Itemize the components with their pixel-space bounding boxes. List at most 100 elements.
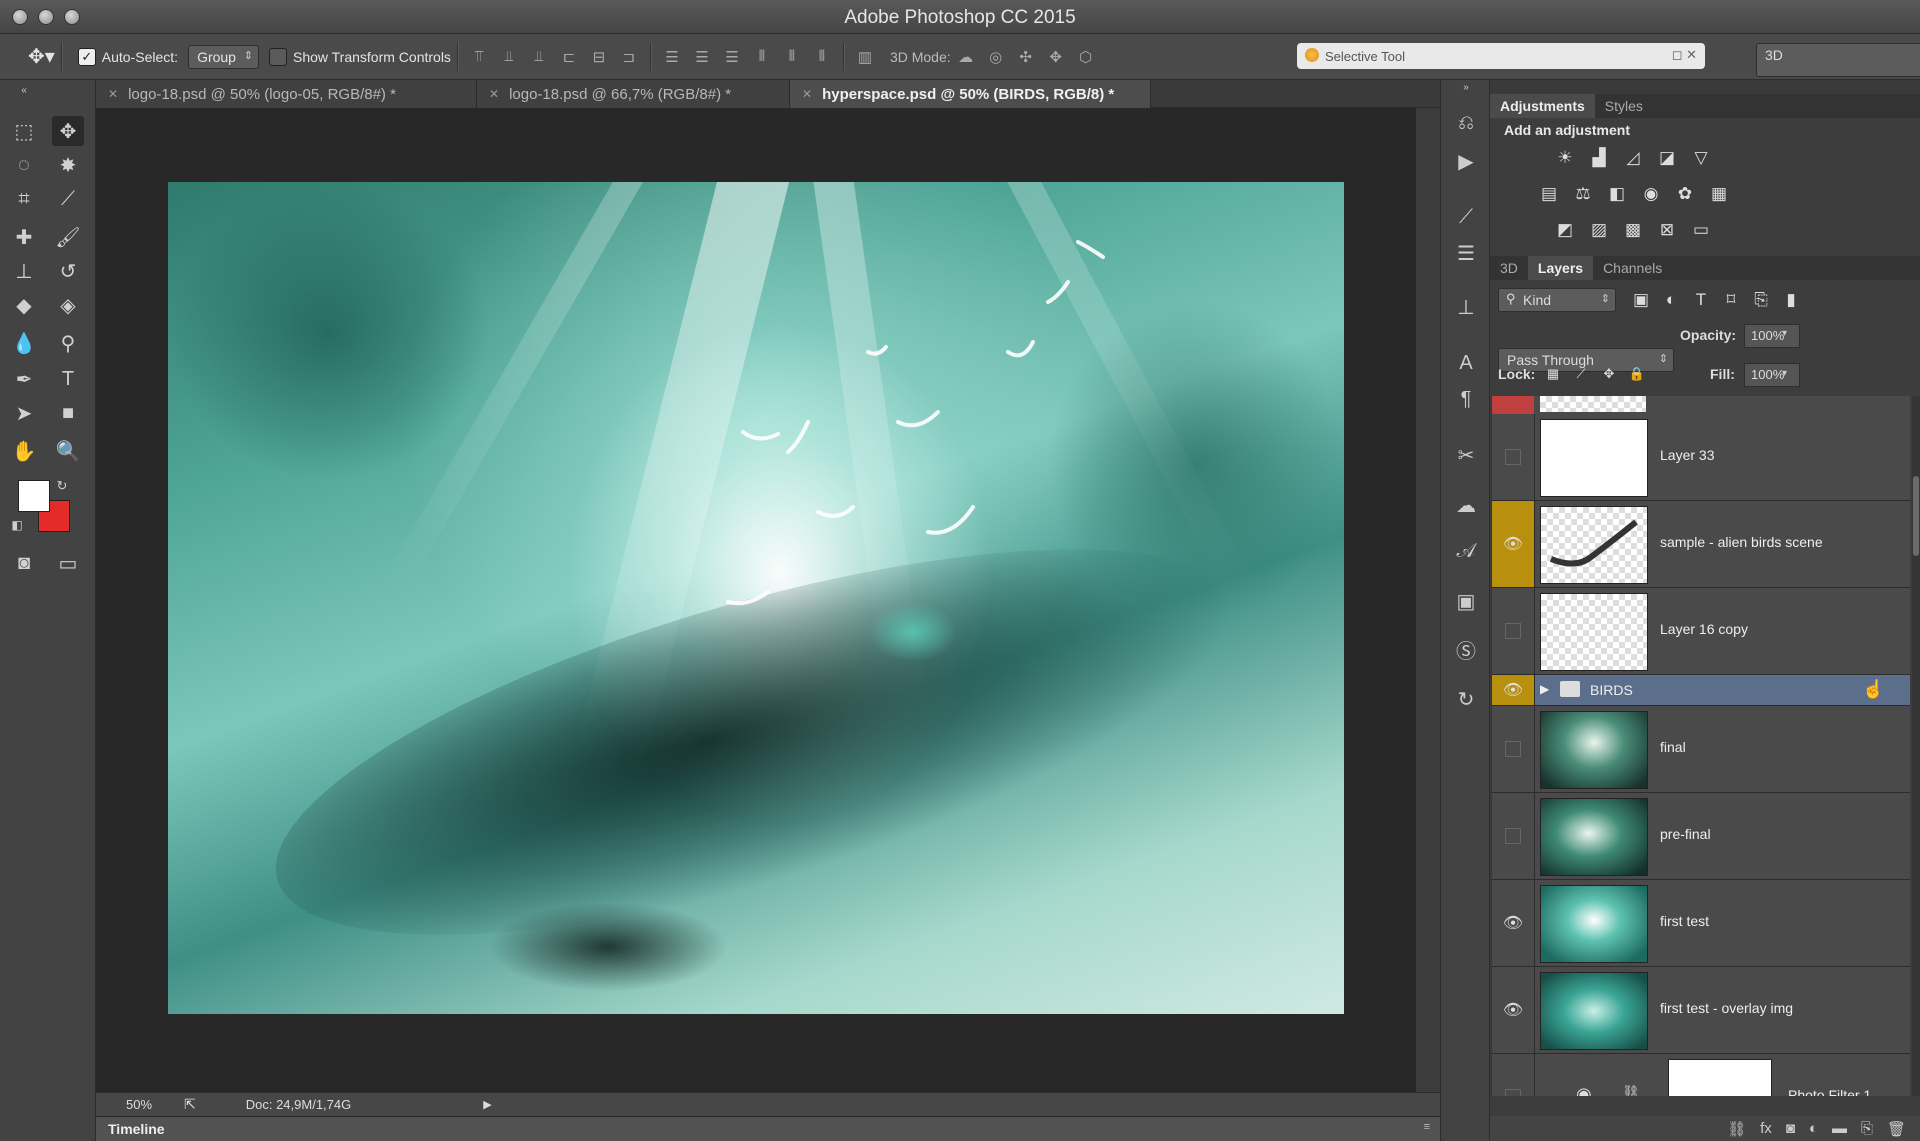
lock-all-icon[interactable]: 🔒 [1626, 364, 1648, 384]
dodge-tool-icon[interactable]: ⚲ [52, 328, 84, 358]
color-balance-icon[interactable]: ⚖ [1572, 184, 1594, 204]
plugin-s-icon[interactable]: Ⓢ [1453, 636, 1479, 663]
brightness-icon[interactable]: ☀ [1554, 148, 1576, 168]
properties-panel-icon[interactable]: ▣ [1453, 588, 1479, 614]
layer-row[interactable]: final [1492, 706, 1910, 793]
roll-3d-icon[interactable]: ◎ [985, 46, 1007, 68]
curves-icon[interactable]: ◿ [1622, 148, 1644, 168]
history-brush-tool-icon[interactable]: ↺ [52, 256, 84, 286]
visibility-toggle[interactable] [1492, 1054, 1535, 1096]
link-layers-icon[interactable]: ⛓ [1727, 1120, 1746, 1138]
opacity-arrow-icon[interactable]: ▾ [1782, 328, 1787, 339]
levels-icon[interactable]: ▟ [1588, 148, 1610, 168]
tab-hyperspace[interactable]: ✕ hyperspace.psd @ 50% (BIRDS, RGB/8) * [790, 80, 1151, 108]
creative-cloud-icon[interactable]: ☁ [1453, 492, 1479, 518]
search-close-icon[interactable]: ◻ ✕ [1672, 47, 1697, 63]
distribute-left-icon[interactable]: ⫴ [751, 46, 773, 68]
visibility-toggle[interactable] [1492, 793, 1535, 879]
lock-position-icon[interactable]: ✥ [1598, 364, 1620, 384]
align-right-icon[interactable]: ⊐ [618, 46, 640, 68]
show-transform-checkbox[interactable]: Show Transform Controls [268, 47, 451, 66]
distribute-hcenter-icon[interactable]: ⫴ [781, 46, 803, 68]
distribute-top-icon[interactable]: ☰ [661, 46, 683, 68]
lock-transparent-icon[interactable]: ▦ [1542, 364, 1564, 384]
opacity-field[interactable]: 100% [1744, 324, 1800, 348]
timeline-panel[interactable]: Timeline ≡ [96, 1116, 1440, 1141]
layer-row[interactable]: Layer 16 copy [1492, 588, 1910, 675]
collapse-arrows-icon[interactable]: » [1453, 80, 1479, 94]
tab-logo-18-logo-05[interactable]: ✕ logo-18.psd @ 50% (logo-05, RGB/8#) * [96, 80, 477, 108]
glyphs-panel-icon[interactable]: 𝒜 [1453, 538, 1479, 564]
scale-3d-icon[interactable]: ⬡ [1075, 46, 1097, 68]
auto-select-dropdown[interactable]: Group [188, 44, 259, 69]
scrollbar-thumb[interactable] [1913, 476, 1919, 556]
align-left-icon[interactable]: ⊏ [558, 46, 580, 68]
distribute-vcenter-icon[interactable]: ☰ [691, 46, 713, 68]
tab-3d[interactable]: 3D [1490, 256, 1528, 280]
slide-3d-icon[interactable]: ✥ [1045, 46, 1067, 68]
orbit-3d-icon[interactable]: ☁ [955, 46, 977, 68]
visibility-toggle[interactable] [1492, 706, 1535, 792]
visibility-toggle[interactable]: 👁 [1492, 880, 1535, 966]
visibility-toggle[interactable]: 👁 [1492, 967, 1535, 1053]
eyedropper-tool-icon[interactable]: ⟋ [52, 184, 84, 214]
move-tool-icon[interactable]: ✥ [52, 116, 84, 146]
new-adjustment-icon[interactable]: ◐ [1809, 1120, 1818, 1137]
visibility-toggle[interactable] [1492, 588, 1535, 674]
pan-3d-icon[interactable]: ✣ [1015, 46, 1037, 68]
layer-style-fx-icon[interactable]: fx [1760, 1120, 1772, 1137]
default-colors-icon[interactable]: ◧ [8, 516, 26, 534]
workspace-dropdown[interactable]: 3D [1756, 43, 1920, 77]
filter-kind-dropdown[interactable]: ⚲ Kind [1498, 288, 1616, 312]
gradient-map-icon[interactable]: ▭ [1690, 220, 1712, 240]
visibility-toggle[interactable]: 👁 [1492, 675, 1535, 705]
black-white-icon[interactable]: ◧ [1606, 184, 1628, 204]
brush-tool-icon[interactable]: 🖌 [52, 222, 84, 252]
zoom-tool-icon[interactable]: 🔍 [52, 436, 84, 466]
clone-source-icon[interactable]: ⊥ [1453, 294, 1479, 320]
artwork-image[interactable] [168, 182, 1344, 1014]
align-top-icon[interactable]: ⫪ [468, 46, 490, 68]
status-menu-arrow-icon[interactable]: ▶ [483, 1098, 491, 1111]
visibility-toggle[interactable]: 👁 [1492, 501, 1535, 587]
auto-select-checkbox[interactable]: ✓ Auto-Select: [77, 47, 178, 66]
marquee-tool-icon[interactable]: ⬚ [8, 116, 40, 146]
vibrance-icon[interactable]: ▽ [1690, 148, 1712, 168]
paragraph-panel-icon[interactable]: ¶ [1453, 386, 1479, 412]
character-panel-icon[interactable]: A [1453, 350, 1479, 376]
partial-layer-row[interactable] [1492, 396, 1910, 414]
crop-tool-icon[interactable]: ⌗ [8, 184, 40, 214]
layer-row[interactable]: 👁 sample - alien birds scene [1492, 501, 1910, 588]
layer-group-row-selected[interactable]: 👁 ▶ BIRDS ☝ [1492, 675, 1910, 706]
layer-row[interactable]: 👁 first test [1492, 880, 1910, 967]
selective-color-icon[interactable]: ⊠ [1656, 220, 1678, 240]
layer-row[interactable]: ◉ ⛓ Photo Filter 1 [1492, 1054, 1910, 1096]
expand-arrow-icon[interactable]: ▶ [1540, 682, 1549, 696]
clone-stamp-tool-icon[interactable]: ⊥ [8, 256, 40, 286]
brush-panel-icon[interactable]: ⟋ [1453, 204, 1479, 230]
visibility-toggle[interactable] [1492, 414, 1535, 500]
close-tab-icon[interactable]: ✕ [489, 87, 499, 101]
filter-pixel-icon[interactable]: ▣ [1630, 290, 1652, 310]
filter-smart-object-icon[interactable]: ⎘ [1750, 290, 1772, 310]
delete-layer-icon[interactable]: 🗑 [1887, 1120, 1906, 1138]
align-bottom-icon[interactable]: ⫫ [528, 46, 550, 68]
search-field[interactable]: Selective Tool ◻ ✕ [1297, 43, 1705, 69]
color-lookup-icon[interactable]: ▦ [1708, 184, 1730, 204]
swap-colors-icon[interactable]: ↻ [52, 476, 72, 496]
fill-field[interactable]: 100% [1744, 363, 1800, 387]
distribute-bottom-icon[interactable]: ☰ [721, 46, 743, 68]
blur-tool-icon[interactable]: 💧 [8, 328, 40, 358]
tab-adjustments[interactable]: Adjustments [1490, 94, 1595, 118]
move-tool-preset-icon[interactable]: ✥▾ [28, 44, 55, 69]
eraser-tool-icon[interactable]: ◆ [8, 290, 40, 320]
rectangle-tool-icon[interactable]: ■ [52, 398, 84, 428]
zoom-level[interactable]: 50% [126, 1097, 176, 1112]
photo-filter-icon[interactable]: ◉ [1640, 184, 1662, 204]
foreground-color-swatch[interactable] [18, 480, 50, 512]
type-tool-icon[interactable]: T [52, 364, 84, 394]
panel-collapse-bar[interactable] [1490, 80, 1920, 94]
filter-toggle-icon[interactable]: ▮ [1780, 290, 1802, 310]
align-vcenter-icon[interactable]: ⫫ [498, 46, 520, 68]
exposure-icon[interactable]: ◪ [1656, 148, 1678, 168]
